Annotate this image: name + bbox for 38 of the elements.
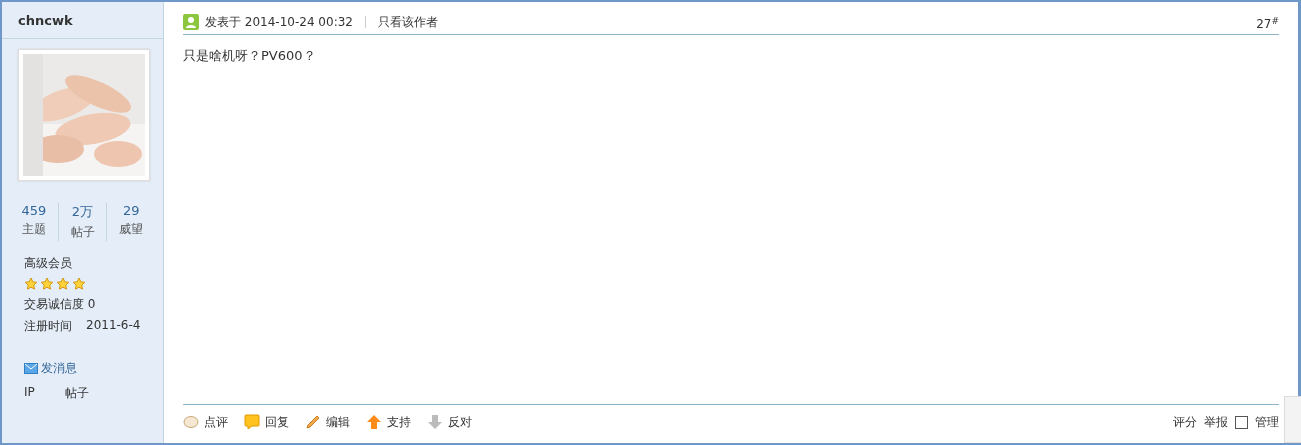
user-icon xyxy=(183,14,199,30)
envelope-icon xyxy=(24,363,38,374)
post-content: 只是啥机呀？PV600？ xyxy=(183,48,316,63)
stat-value[interactable]: 459 xyxy=(21,203,47,218)
register-date: 2011-6-4 xyxy=(86,318,141,334)
trust-score: 交易诚信度 0 xyxy=(24,296,97,313)
send-message-link[interactable]: 发消息 xyxy=(24,360,163,377)
stat-value[interactable]: 2万 xyxy=(71,203,94,221)
down-link[interactable]: 反对 xyxy=(427,413,472,431)
stat-value[interactable]: 29 xyxy=(122,203,140,218)
register-label: 注册时间 xyxy=(24,318,72,335)
up-link[interactable]: 支持 xyxy=(366,413,411,431)
username-link[interactable]: chncwk xyxy=(2,2,163,39)
speech-bubble-icon xyxy=(244,414,260,430)
down-arrow-icon xyxy=(427,414,443,430)
edit-link[interactable]: 编辑 xyxy=(305,413,350,431)
checkbox[interactable] xyxy=(1235,415,1248,429)
reply-link[interactable]: 回复 xyxy=(244,413,289,431)
star-icon xyxy=(72,277,86,291)
star-icon xyxy=(56,277,70,291)
checkbox-label[interactable]: 管理 xyxy=(1255,413,1279,431)
member-rank: 高级会员 xyxy=(24,255,73,272)
star-icon xyxy=(24,277,38,291)
comment-link[interactable]: 点评 xyxy=(183,413,228,431)
up-arrow-icon xyxy=(366,414,382,430)
posts-link[interactable]: 帖子 xyxy=(64,385,89,402)
stat-label: 威望 xyxy=(119,221,144,238)
pencil-icon xyxy=(305,414,321,430)
stat-label: 帖子 xyxy=(70,224,95,241)
ip-label: IP xyxy=(24,385,35,401)
tool-link[interactable]: 评分 xyxy=(1173,413,1197,431)
tool-link[interactable]: 举报 xyxy=(1204,413,1228,431)
speech-bubble-icon xyxy=(183,415,199,429)
stat-label: 主题 xyxy=(21,221,46,238)
star-icon xyxy=(40,277,54,291)
floor-number[interactable]: 27# xyxy=(1256,12,1279,32)
author-only-link[interactable]: 只看该作者 xyxy=(377,13,438,31)
post-date: 发表于 2014-10-24 00:32 xyxy=(205,13,353,31)
